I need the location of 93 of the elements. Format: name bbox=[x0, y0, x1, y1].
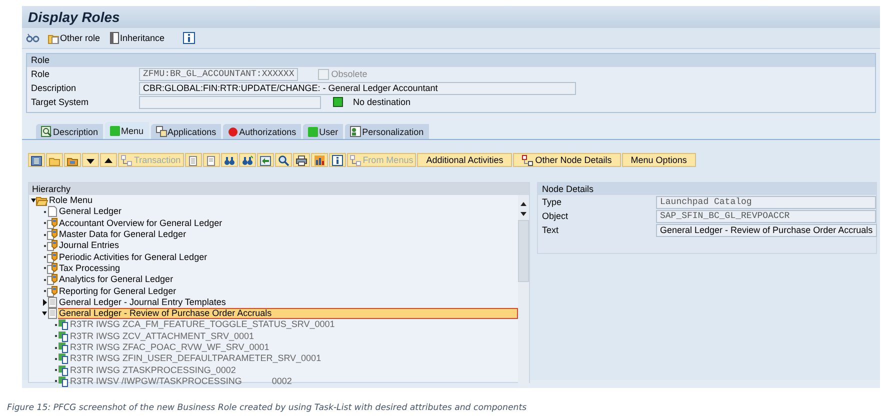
tree-item[interactable]: General Ledger bbox=[58, 206, 123, 218]
tree-item[interactable]: R3TR IWSG ZCV_ATTACHMENT_SRV_0001 bbox=[69, 330, 256, 342]
figure-caption: Figure 15: PFCG screenshot of the new Business Role created by using Task-List with desired attributes and components bbox=[7, 403, 527, 413]
service-icon bbox=[58, 376, 69, 387]
role-field: ZFMU:BR_GL_ACCOUNTANT:XXXXXX bbox=[139, 68, 298, 80]
applications-icon bbox=[156, 126, 167, 137]
tab[interactable]: Menu bbox=[105, 122, 149, 139]
inheritance-button[interactable]: Inheritance bbox=[108, 30, 167, 46]
catalog-icon bbox=[47, 262, 58, 274]
toolbar-button[interactable] bbox=[28, 153, 45, 167]
info-button[interactable] bbox=[180, 30, 197, 46]
tree-node-icon bbox=[522, 154, 534, 166]
obsolete-label: Obsolete bbox=[331, 69, 368, 79]
tree-node-icon bbox=[350, 154, 361, 166]
toolbar-button[interactable] bbox=[82, 153, 99, 167]
tree-item[interactable]: R3TR IWSG ZFAC_POAC_RVW_WF_SRV_0001 bbox=[69, 342, 270, 353]
binoculars-icon bbox=[242, 154, 253, 166]
catalog-icon bbox=[47, 218, 58, 229]
service-icon bbox=[58, 353, 69, 364]
catalog-icon bbox=[47, 286, 58, 297]
magnifier-icon bbox=[278, 154, 289, 166]
scroll-down-icon bbox=[520, 211, 527, 217]
service-icon bbox=[58, 319, 69, 330]
toolbar-button[interactable] bbox=[328, 153, 346, 167]
toolbar-button[interactable]: Additional Activities bbox=[417, 153, 512, 167]
scroll-thumb[interactable] bbox=[518, 220, 529, 282]
info-icon bbox=[332, 154, 343, 166]
tree-item[interactable]: Accountant Overview for General Ledger bbox=[58, 218, 224, 229]
info-icon bbox=[182, 32, 195, 44]
toolbar-button[interactable]: Menu Options bbox=[622, 153, 696, 167]
panel-header: Node Details bbox=[538, 183, 876, 195]
tree-item[interactable]: Role Menu bbox=[48, 195, 94, 206]
scrollbar[interactable] bbox=[518, 195, 529, 388]
group-title: Role bbox=[27, 54, 875, 67]
field-label: Role bbox=[31, 69, 51, 79]
tree-item[interactable]: Journal Entries bbox=[58, 240, 120, 252]
tab[interactable]: Authorizations bbox=[223, 124, 302, 139]
catalog-icon bbox=[47, 274, 58, 286]
tree-item[interactable]: R3TR IWSG ZTASKPROCESSING_0002 bbox=[69, 364, 237, 376]
binoculars-icon bbox=[224, 154, 235, 166]
person-card-icon bbox=[350, 126, 362, 137]
tab[interactable]: Description bbox=[36, 124, 104, 139]
catalog-icon bbox=[47, 252, 58, 263]
window-title: Display Roles bbox=[22, 6, 880, 28]
glasses-icon bbox=[26, 32, 40, 44]
tab[interactable]: Personalization bbox=[345, 124, 429, 139]
status-text: No destination bbox=[353, 97, 411, 107]
document-icon bbox=[206, 154, 217, 166]
field-label: Description bbox=[31, 83, 78, 93]
tree-item[interactable]: Tax Processing bbox=[58, 262, 122, 274]
detail-field: General Ledger - Review of Purchase Order Accruals bbox=[656, 224, 877, 236]
tree-item[interactable]: R3TR IWSG ZFIN_USER_DEFAULTPARAMETER_SRV_0001 bbox=[69, 353, 322, 364]
catalog-icon bbox=[47, 240, 58, 252]
other-role-button[interactable]: Other role bbox=[46, 30, 102, 46]
service-icon bbox=[58, 330, 69, 342]
folder-icon bbox=[36, 195, 48, 206]
chart-icon bbox=[314, 154, 325, 166]
magnifier-icon bbox=[41, 126, 52, 137]
selected-tree-item[interactable]: General Ledger - Review of Purchase Order Accruals bbox=[58, 308, 518, 320]
toolbar-button[interactable] bbox=[100, 153, 117, 167]
panel-icon bbox=[110, 32, 120, 44]
document-icon bbox=[47, 206, 58, 218]
tree-item[interactable]: Periodic Activities for General Ledger bbox=[58, 252, 208, 263]
panel-header: Hierarchy bbox=[29, 183, 529, 195]
target-system-field[interactable] bbox=[139, 96, 321, 108]
service-icon bbox=[58, 342, 69, 353]
tab[interactable]: Applications bbox=[150, 124, 222, 139]
document-icon bbox=[188, 154, 199, 166]
description-field: CBR:GLOBAL:FIN:RTR:UPDATE/CHANGE: - General Ledger Accountant bbox=[139, 82, 576, 94]
tree-item[interactable]: Reporting for General Ledger bbox=[58, 286, 178, 297]
detail-field: SAP_SFIN_BC_GL_REVPOACCR bbox=[656, 210, 876, 222]
tree-item[interactable]: Master Data for General Ledger bbox=[58, 229, 188, 240]
field-label: Object bbox=[542, 211, 570, 221]
detail-field: Launchpad Catalog bbox=[656, 196, 876, 208]
tree-item[interactable]: R3TR IWSV /IWPGW/TASKPROCESSING 0002 bbox=[69, 376, 293, 387]
printer-icon bbox=[296, 154, 307, 166]
document-icon bbox=[47, 296, 58, 308]
toolbar-button[interactable] bbox=[274, 153, 292, 167]
scroll-up-icon bbox=[520, 201, 527, 207]
document-icon bbox=[47, 308, 58, 320]
toolbar-button[interactable] bbox=[292, 153, 310, 167]
field-label: Text bbox=[542, 225, 560, 235]
catalog-icon bbox=[47, 229, 58, 240]
toolbar-button[interactable]: Other Node Details bbox=[513, 153, 621, 167]
tree-item[interactable]: R3TR IWSG ZCA_FM_FEATURE_TOGGLE_STATUS_SRV_0001 bbox=[69, 319, 336, 330]
tree-item[interactable]: Analytics for General Ledger bbox=[58, 274, 174, 286]
service-icon bbox=[58, 364, 69, 376]
tree-node-icon bbox=[121, 154, 132, 166]
tab[interactable]: User bbox=[303, 124, 344, 139]
field-label: Target System bbox=[31, 97, 90, 107]
folder-icon bbox=[48, 32, 59, 44]
tree-item[interactable]: General Ledger - Journal Entry Templates bbox=[58, 296, 227, 308]
field-label: Type bbox=[542, 197, 563, 207]
